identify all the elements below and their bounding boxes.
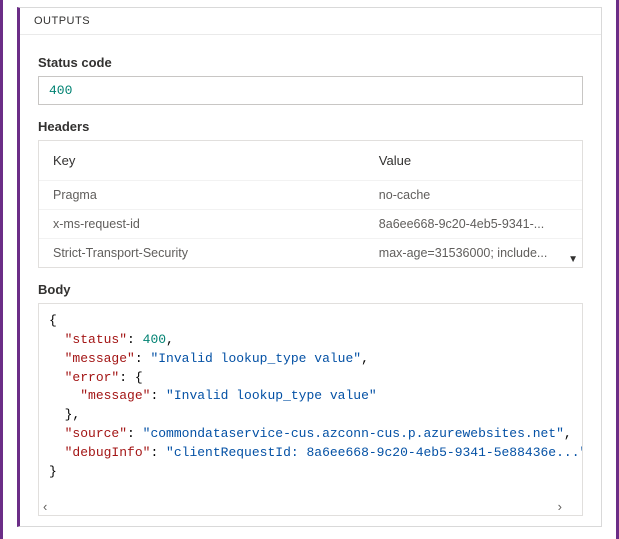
headers-scroll[interactable]: Key Value Pragma no-cache x-ms-request-i… xyxy=(39,141,582,267)
headers-table-container: Key Value Pragma no-cache x-ms-request-i… xyxy=(38,140,583,268)
body-scroll[interactable]: { "status": 400, "message": "Invalid loo… xyxy=(39,304,582,515)
body-label: Body xyxy=(38,282,583,297)
chevron-right-icon[interactable]: › xyxy=(556,500,564,513)
headers-header-row: Key Value xyxy=(39,141,582,181)
headers-col-key: Key xyxy=(39,141,365,181)
header-key-cell: Strict-Transport-Security xyxy=(39,239,365,268)
window: OUTPUTS Status code Headers Key Value xyxy=(0,0,619,539)
header-value-cell: max-age=31536000; include... xyxy=(365,239,582,268)
body-json-view[interactable]: { "status": 400, "message": "Invalid loo… xyxy=(39,304,582,490)
table-row: Strict-Transport-Security max-age=315360… xyxy=(39,239,582,268)
panel-body: Status code Headers Key Value xyxy=(20,35,601,526)
headers-table: Key Value Pragma no-cache x-ms-request-i… xyxy=(39,141,582,267)
header-value-cell: 8a6ee668-9c20-4eb5-9341-... xyxy=(365,210,582,239)
headers-label: Headers xyxy=(38,119,583,134)
header-key-cell: Pragma xyxy=(39,181,365,210)
chevron-left-icon[interactable]: ‹ xyxy=(41,500,49,513)
chevron-down-icon[interactable]: ▼ xyxy=(568,254,578,265)
outputs-panel: OUTPUTS Status code Headers Key Value xyxy=(17,7,602,527)
status-code-input[interactable] xyxy=(38,76,583,105)
body-container: { "status": 400, "message": "Invalid loo… xyxy=(38,303,583,516)
headers-col-value: Value xyxy=(365,141,582,181)
status-code-label: Status code xyxy=(38,55,583,70)
header-key-cell: x-ms-request-id xyxy=(39,210,365,239)
table-row: Pragma no-cache xyxy=(39,181,582,210)
panel-title: OUTPUTS xyxy=(20,8,601,35)
table-row: x-ms-request-id 8a6ee668-9c20-4eb5-9341-… xyxy=(39,210,582,239)
header-value-cell: no-cache xyxy=(365,181,582,210)
